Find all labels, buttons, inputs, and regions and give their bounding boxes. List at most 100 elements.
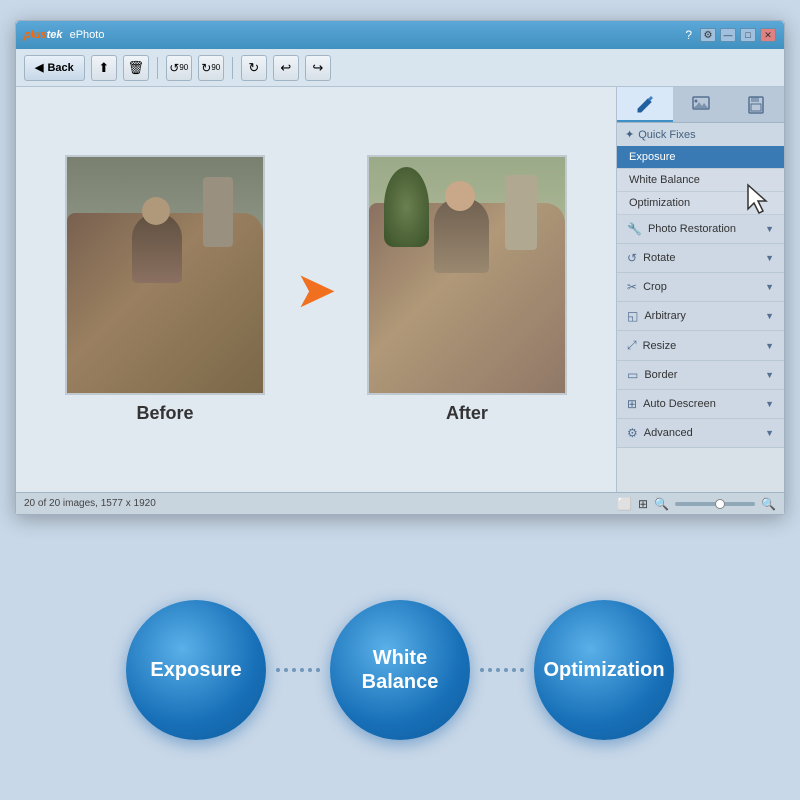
tool-section-rotate: ↺ Rotate ▼ <box>617 244 784 273</box>
delete-button[interactable]: 🗑 <box>123 55 149 81</box>
dot <box>308 668 312 672</box>
tool-section-arbitrary: ◱ Arbitrary ▼ <box>617 302 784 331</box>
dot <box>496 668 500 672</box>
before-photo <box>65 155 265 395</box>
dot <box>292 668 296 672</box>
white-balance-label: White Balance <box>629 174 700 186</box>
resize-icon: ⤢ <box>627 338 637 353</box>
back-button[interactable]: ◀ Back <box>24 55 85 81</box>
settings-icon[interactable]: ⚙ <box>700 28 716 42</box>
zoom-out-icon[interactable]: 🔍 <box>654 497 669 511</box>
before-photo-content <box>67 157 263 393</box>
refresh-icon: ↻ <box>248 60 259 76</box>
rider-head-before <box>142 197 170 225</box>
tool-section-advanced: ⚙ Advanced ▼ <box>617 419 784 448</box>
enhance-icon <box>692 96 710 114</box>
dot <box>300 668 304 672</box>
view-icon-1[interactable]: ⬜ <box>617 497 632 511</box>
rotate-ccw-label: 90 <box>179 63 188 72</box>
circle-optimization-label: Optimization <box>543 658 664 682</box>
arbitrary-header[interactable]: ◱ Arbitrary ▼ <box>617 302 784 330</box>
rotate-cw-icon: ↻ <box>201 61 211 75</box>
arbitrary-icon: ◱ <box>627 309 638 323</box>
back-arrow-icon: ◀ <box>35 61 43 74</box>
fix-item-exposure[interactable]: Exposure <box>617 146 784 169</box>
before-label: Before <box>65 403 265 424</box>
title-bar-controls: ? ⚙ — □ ✕ <box>685 28 776 42</box>
quick-fixes-header: ✦ Quick Fixes <box>617 123 784 146</box>
logo-plus: plus <box>24 29 47 41</box>
fix-item-white-balance[interactable]: White Balance <box>617 169 784 192</box>
logo-ephoto: ePhoto <box>67 29 105 41</box>
border-label: Border <box>644 369 759 381</box>
zoom-slider[interactable] <box>675 502 755 506</box>
advanced-header[interactable]: ⚙ Advanced ▼ <box>617 419 784 447</box>
undo-button[interactable]: ↩ <box>273 55 299 81</box>
redo-button[interactable]: ↪ <box>305 55 331 81</box>
crop-label: Crop <box>643 281 759 293</box>
crop-icon: ✂ <box>627 280 637 294</box>
resize-header[interactable]: ⤢ Resize ▼ <box>617 331 784 360</box>
rotate-header[interactable]: ↺ Rotate ▼ <box>617 244 784 272</box>
rotate-cw-button[interactable]: ↻90 <box>198 55 224 81</box>
advanced-label: Advanced <box>644 427 759 439</box>
statue-after <box>505 175 537 250</box>
tab-save[interactable] <box>728 87 784 122</box>
rider-head-after <box>445 181 475 211</box>
dot <box>488 668 492 672</box>
image-area: Before ➤ <box>16 87 616 492</box>
tool-section-resize: ⤢ Resize ▼ <box>617 331 784 361</box>
zoom-thumb <box>715 499 725 509</box>
resize-arrow: ▼ <box>765 341 774 351</box>
status-info: 20 of 20 images, 1577 x 1920 <box>24 498 156 509</box>
rotate-label: Rotate <box>643 252 759 264</box>
minimize-button[interactable]: — <box>720 28 736 42</box>
before-after-row: Before ➤ <box>65 155 567 424</box>
after-label: After <box>367 403 567 424</box>
circle-white-balance-container: White Balance <box>330 600 470 740</box>
tool-section-auto-descreen: ⊞ Auto Descreen ▼ <box>617 390 784 419</box>
photo-restoration-header[interactable]: 🔧 Photo Restoration ▼ <box>617 215 784 243</box>
border-arrow: ▼ <box>765 370 774 380</box>
redo-icon: ↪ <box>312 60 323 76</box>
optimization-label: Optimization <box>629 197 690 209</box>
tab-edit[interactable] <box>617 87 673 122</box>
tab-enhance[interactable] <box>673 87 729 122</box>
border-header[interactable]: ▭ Border ▼ <box>617 361 784 389</box>
status-right: ⬜ ⊞ 🔍 🔍 <box>617 497 776 511</box>
circle-white-balance-label: White Balance <box>362 646 439 694</box>
fix-item-optimization[interactable]: Optimization <box>617 192 784 215</box>
dots-1 <box>266 668 330 672</box>
dot <box>480 668 484 672</box>
crop-header[interactable]: ✂ Crop ▼ <box>617 273 784 301</box>
auto-descreen-header[interactable]: ⊞ Auto Descreen ▼ <box>617 390 784 418</box>
toolbar: ◀ Back ⬆ 🗑 ↺90 ↻90 ↻ ↩ ↪ <box>16 49 784 87</box>
help-icon[interactable]: ? <box>685 28 692 42</box>
upload-button[interactable]: ⬆ <box>91 55 117 81</box>
separator-2 <box>232 57 233 79</box>
circle-exposure-container: Exposure <box>126 600 266 740</box>
after-photo-container: After <box>367 155 567 424</box>
rotate-ccw-button[interactable]: ↺90 <box>166 55 192 81</box>
advanced-icon: ⚙ <box>627 426 638 440</box>
dot <box>512 668 516 672</box>
auto-descreen-arrow: ▼ <box>765 399 774 409</box>
photo-restoration-label: Photo Restoration <box>648 223 759 235</box>
quick-fixes-icon: ✦ <box>625 128 634 141</box>
arrow-icon: ➤ <box>295 265 337 315</box>
maximize-button[interactable]: □ <box>740 28 756 42</box>
close-button[interactable]: ✕ <box>760 28 776 42</box>
photo-restoration-arrow: ▼ <box>765 224 774 234</box>
zoom-in-icon[interactable]: 🔍 <box>761 497 776 511</box>
view-icon-2[interactable]: ⊞ <box>638 497 648 511</box>
dot <box>504 668 508 672</box>
before-photo-container: Before <box>65 155 265 424</box>
refresh-button[interactable]: ↻ <box>241 55 267 81</box>
circle-white-balance: White Balance <box>330 600 470 740</box>
upload-icon: ⬆ <box>98 60 109 76</box>
title-bar: plustek ePhoto ? ⚙ — □ ✕ <box>16 21 784 49</box>
edit-icon <box>636 95 654 113</box>
app-window: plustek ePhoto ? ⚙ — □ ✕ ◀ Back ⬆ 🗑 ↺90 … <box>15 20 785 515</box>
circle-optimization-container: Optimization <box>534 600 674 740</box>
advanced-arrow: ▼ <box>765 428 774 438</box>
